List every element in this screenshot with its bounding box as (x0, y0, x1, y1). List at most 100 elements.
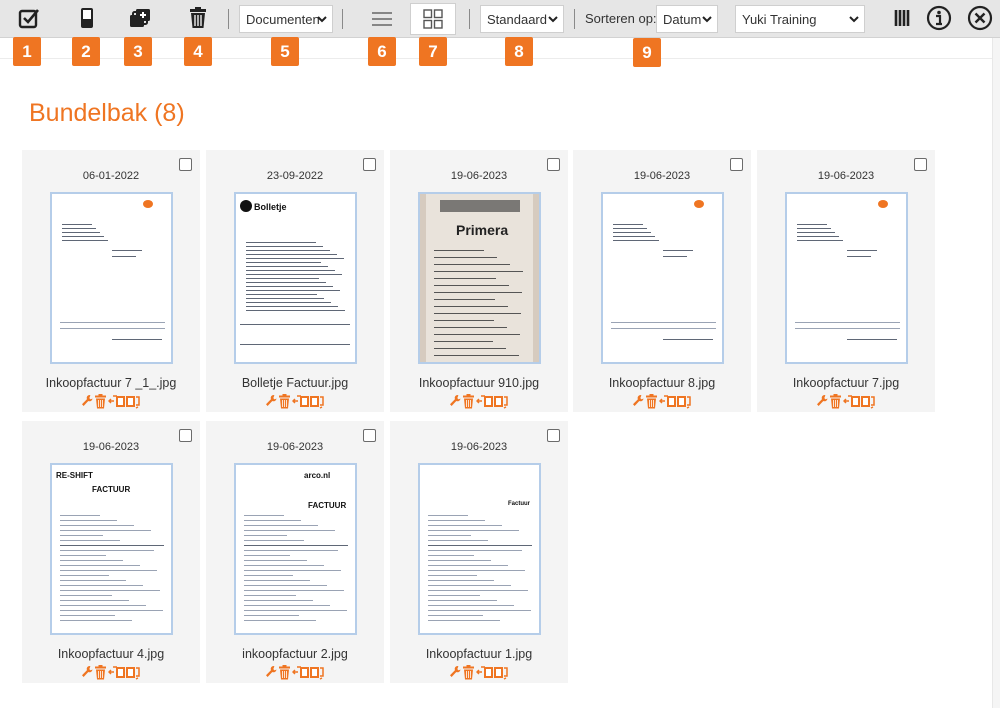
document-actions (390, 665, 568, 680)
move-button[interactable] (291, 665, 326, 680)
document-thumbnail[interactable]: arco.nl FACTUUR (234, 463, 357, 635)
vertical-scrollbar[interactable] (992, 38, 1000, 708)
edit-button[interactable] (632, 394, 644, 409)
select-checkbox[interactable] (179, 158, 192, 171)
page-title: Bundelbak (8) (29, 99, 185, 127)
document-date: 19-06-2023 (817, 170, 875, 182)
move-button[interactable] (107, 665, 142, 680)
view-mode-value: Standaard (487, 11, 547, 27)
chevron-down-icon (317, 16, 327, 23)
move-document-icon (291, 395, 324, 409)
document-thumbnail[interactable] (50, 192, 173, 364)
move-button[interactable] (842, 394, 877, 409)
document-actions (206, 665, 384, 680)
edit-button[interactable] (265, 394, 277, 409)
document-thumbnail[interactable]: Primera (418, 192, 541, 364)
document-card[interactable]: 19-06-2023 RE-SHIFT FACTUUR Inkoopfactuur 4… (22, 421, 200, 683)
edit-button[interactable] (449, 394, 461, 409)
split-document-button[interactable] (72, 3, 102, 33)
delete-button[interactable] (278, 665, 291, 680)
document-card[interactable]: 19-06-2023 Inkoopfactuur 8.jpg (573, 150, 751, 412)
document-thumbnail[interactable]: RE-SHIFT FACTUUR (50, 463, 173, 635)
document-filename: Inkoopfactuur 4.jpg (57, 647, 165, 661)
administration-select[interactable]: Yuki Training (735, 5, 865, 33)
select-checkbox[interactable] (363, 429, 376, 442)
document-thumbnail[interactable] (601, 192, 724, 364)
delete-button[interactable] (183, 3, 213, 33)
document-filename: inkoopfactuur 2.jpg (242, 647, 348, 661)
document-card[interactable]: 19-06-2023 Primera Inkoopfactuur 910.jpg (390, 150, 568, 412)
document-type-value: Documenten (246, 11, 320, 27)
document-filename: Inkoopfactuur 910.jpg (418, 376, 540, 390)
move-button[interactable] (475, 665, 510, 680)
chevron-down-icon (702, 16, 712, 23)
document-date: 19-06-2023 (450, 170, 508, 182)
delete-button[interactable] (94, 394, 107, 409)
move-button[interactable] (107, 394, 142, 409)
edit-button[interactable] (81, 665, 93, 680)
wrench-icon (81, 666, 92, 677)
move-button[interactable] (658, 394, 693, 409)
document-date: 19-06-2023 (450, 441, 508, 453)
document-thumbnail[interactable]: Factuur (418, 463, 541, 635)
document-actions (757, 394, 935, 409)
trash-icon (829, 394, 841, 409)
wrench-icon (449, 395, 460, 406)
select-checkbox[interactable] (179, 429, 192, 442)
select-checkbox[interactable] (547, 158, 560, 171)
move-button[interactable] (475, 394, 510, 409)
sort-value: Datum (663, 11, 702, 27)
barcode-icon (894, 10, 910, 26)
list-view-button[interactable] (359, 3, 405, 35)
document-card[interactable]: 19-06-2023 Factuur Inkoopfactuur 1.jpg (390, 421, 568, 683)
delete-button[interactable] (278, 394, 291, 409)
edit-button[interactable] (816, 394, 828, 409)
thumbnail-logo: arco.nl (304, 471, 331, 480)
document-card[interactable]: 06-01-2022 Inkoopfactuur 7 _1_.jpg (22, 150, 200, 412)
document-thumbnail[interactable]: Bolletje (234, 192, 357, 364)
chevron-down-icon (849, 16, 859, 23)
thumbnail-logo: RE-SHIFT (56, 471, 93, 480)
barcode-button[interactable] (888, 3, 918, 33)
toolbar-divider (469, 9, 470, 29)
close-button[interactable] (965, 3, 995, 33)
thumbnail-logo: Bolletje (254, 202, 287, 212)
edit-button[interactable] (449, 665, 461, 680)
edit-button[interactable] (265, 665, 277, 680)
document-card[interactable]: 19-06-2023 Inkoopfactuur 7.jpg (757, 150, 935, 412)
document-card[interactable]: 19-06-2023 arco.nl FACTUUR inkoopfactuur 2.… (206, 421, 384, 683)
delete-button[interactable] (829, 394, 842, 409)
document-actions (22, 394, 200, 409)
move-button[interactable] (291, 394, 326, 409)
callout-badge: 6 (368, 37, 396, 66)
document-actions (206, 394, 384, 409)
delete-button[interactable] (462, 394, 475, 409)
trash-icon (645, 394, 657, 409)
select-checkbox[interactable] (730, 158, 743, 171)
info-button[interactable] (924, 3, 954, 33)
administration-value: Yuki Training (742, 11, 817, 27)
wrench-icon (81, 395, 92, 406)
document-date: 19-06-2023 (633, 170, 691, 182)
select-checkbox[interactable] (547, 429, 560, 442)
grid-view-button[interactable] (410, 3, 456, 35)
document-filename: Inkoopfactuur 8.jpg (608, 376, 716, 390)
move-document-icon (842, 395, 875, 409)
sort-select[interactable]: Datum (656, 5, 718, 33)
document-thumbnail[interactable] (785, 192, 908, 364)
document-card[interactable]: 23-09-2022 Bolletje Bolletje Factuur.jpg (206, 150, 384, 412)
trash-icon (94, 665, 106, 680)
select-all-button[interactable] (14, 3, 44, 33)
select-checkbox[interactable] (914, 158, 927, 171)
document-type-select[interactable]: Documenten (239, 5, 333, 33)
edit-button[interactable] (81, 394, 93, 409)
delete-button[interactable] (462, 665, 475, 680)
delete-button[interactable] (94, 665, 107, 680)
select-checkbox[interactable] (363, 158, 376, 171)
view-mode-select[interactable]: Standaard (480, 5, 564, 33)
merge-documents-button[interactable] (125, 3, 155, 33)
delete-button[interactable] (645, 394, 658, 409)
wrench-icon (816, 395, 827, 406)
wrench-icon (265, 666, 276, 677)
phone-icon (81, 8, 93, 28)
